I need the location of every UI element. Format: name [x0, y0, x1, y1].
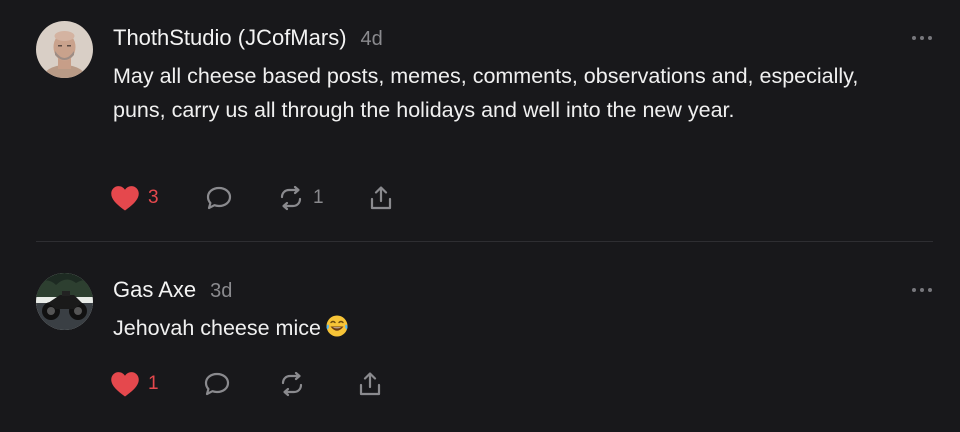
tears-of-joy-icon: [325, 314, 349, 348]
post-text: Jehovah cheese mice: [113, 311, 913, 348]
speech-bubble-icon: [205, 184, 233, 212]
repost-arrows-icon: [277, 184, 305, 212]
repost-count: 1: [313, 187, 324, 208]
username[interactable]: ThothStudio (JCofMars): [113, 25, 347, 50]
more-dots-icon[interactable]: [912, 33, 932, 43]
share-button[interactable]: [367, 182, 395, 214]
repost-button[interactable]: 1: [277, 182, 324, 214]
like-count: 3: [148, 187, 159, 208]
speech-bubble-icon: [203, 370, 231, 398]
post-text: May all cheese based posts, memes, comme…: [113, 64, 859, 122]
timestamp[interactable]: 3d: [210, 280, 232, 302]
share-icon: [367, 184, 395, 212]
timestamp[interactable]: 4d: [361, 28, 383, 50]
post-text-content: Jehovah cheese mice: [113, 316, 321, 340]
repost-button[interactable]: [278, 368, 306, 400]
like-count: 1: [148, 373, 159, 394]
avatar[interactable]: [36, 273, 93, 330]
username[interactable]: Gas Axe: [113, 277, 196, 302]
post-divider: [36, 241, 933, 242]
more-dots-icon[interactable]: [912, 285, 932, 295]
reply-button[interactable]: [205, 182, 233, 214]
repost-arrows-icon: [278, 370, 306, 398]
like-button[interactable]: 3: [110, 182, 159, 214]
share-icon: [356, 370, 384, 398]
share-button[interactable]: [356, 368, 384, 400]
post-header: Gas Axe 3d: [113, 276, 232, 305]
reply-button[interactable]: [203, 368, 231, 400]
heart-icon: [110, 370, 140, 398]
avatar[interactable]: [36, 21, 93, 78]
like-button[interactable]: 1: [110, 368, 159, 400]
heart-icon: [110, 184, 140, 212]
post-header: ThothStudio (JCofMars) 4d: [113, 24, 383, 53]
